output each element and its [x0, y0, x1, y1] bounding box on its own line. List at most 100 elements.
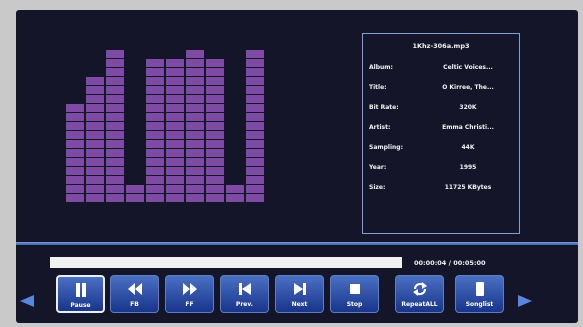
- spectrum-cell: [186, 59, 204, 67]
- fast-backward-button[interactable]: FB: [110, 275, 159, 313]
- fast-forward-label: FF: [185, 301, 194, 308]
- spectrum-cell: [106, 158, 124, 166]
- spectrum-cell: [246, 131, 264, 139]
- fast-forward-button[interactable]: FF: [165, 275, 214, 313]
- spectrum-cell: [186, 176, 204, 184]
- info-row-sampling: Sampling: 44K: [369, 144, 513, 154]
- spectrum-cell: [206, 158, 224, 166]
- spectrum-cell: [86, 158, 104, 166]
- spectrum-cell: [106, 86, 124, 94]
- info-value: Celtic Voices...: [443, 64, 493, 71]
- spectrum-cell: [246, 68, 264, 76]
- spectrum-cell: [166, 185, 184, 193]
- spectrum-cell: [66, 149, 84, 157]
- spectrum-cell: [206, 176, 224, 184]
- spectrum-cell: [186, 122, 204, 130]
- spectrum-cell: [86, 140, 104, 148]
- player-screen: 1Khz-306a.mp3 Album: Celtic Voices... Ti…: [16, 10, 578, 323]
- spectrum-cell: [126, 194, 144, 202]
- spectrum-cell: [146, 95, 164, 103]
- spectrum-cell: [246, 86, 264, 94]
- pause-button[interactable]: Pause: [56, 275, 105, 313]
- spectrum-cell: [106, 95, 124, 103]
- spectrum-cell: [106, 122, 124, 130]
- spectrum-bar: [226, 184, 244, 202]
- spectrum-cell: [186, 158, 204, 166]
- repeat-all-button[interactable]: RepeatALL: [395, 275, 444, 313]
- spectrum-cell: [246, 77, 264, 85]
- scroll-left-arrow-icon[interactable]: [20, 295, 34, 307]
- stop-button[interactable]: Stop: [330, 275, 379, 313]
- spectrum-cell: [206, 86, 224, 94]
- spectrum-cell: [146, 59, 164, 67]
- spectrum-bar: [66, 103, 84, 202]
- spectrum-cell: [106, 194, 124, 202]
- spectrum-cell: [146, 167, 164, 175]
- spectrum-cell: [66, 167, 84, 175]
- spectrum-cell: [146, 77, 164, 85]
- spectrum-cell: [106, 185, 124, 193]
- info-value: O Kirree, The...: [442, 84, 494, 91]
- spectrum-cell: [166, 140, 184, 148]
- spectrum-cell: [106, 131, 124, 139]
- spectrum-cell: [86, 95, 104, 103]
- info-value: 1995: [459, 164, 477, 171]
- info-row-artist: Artist: Emma Christi...: [369, 124, 513, 134]
- info-key: Title:: [369, 84, 387, 91]
- spectrum-cell: [106, 140, 124, 148]
- next-track-label: Next: [291, 301, 308, 308]
- spectrum-cell: [206, 113, 224, 121]
- spectrum-cell: [106, 176, 124, 184]
- spectrum-cell: [146, 131, 164, 139]
- info-value: 320K: [459, 104, 477, 111]
- spectrum-bar: [146, 58, 164, 202]
- info-key: Size:: [369, 184, 386, 191]
- next-track-button[interactable]: Next: [275, 275, 324, 313]
- info-row-year: Year: 1995: [369, 164, 513, 174]
- scroll-right-arrow-icon[interactable]: [518, 295, 532, 307]
- spectrum-bar: [126, 184, 144, 202]
- spectrum-cell: [206, 95, 224, 103]
- stop-icon: [331, 281, 378, 297]
- spectrum-cell: [86, 194, 104, 202]
- spectrum-cell: [206, 68, 224, 76]
- spectrum-cell: [86, 113, 104, 121]
- previous-track-button[interactable]: Prev.: [220, 275, 269, 313]
- songlist-button[interactable]: Songlist: [455, 275, 504, 313]
- info-row-bitrate: Bit Rate: 320K: [369, 104, 513, 114]
- spectrum-cell: [226, 185, 244, 193]
- spectrum-cell: [146, 149, 164, 157]
- spectrum-cell: [86, 77, 104, 85]
- spectrum-bar: [206, 58, 224, 202]
- spectrum-cell: [66, 131, 84, 139]
- songlist-label: Songlist: [465, 301, 494, 308]
- spectrum-cell: [86, 86, 104, 94]
- fast-backward-icon: [111, 281, 158, 297]
- spectrum-cell: [166, 149, 184, 157]
- info-key: Year:: [369, 164, 387, 171]
- songlist-icon: [456, 281, 503, 297]
- spectrum-cell: [186, 167, 204, 175]
- track-info-panel: 1Khz-306a.mp3 Album: Celtic Voices... Ti…: [362, 33, 520, 234]
- spectrum-cell: [106, 77, 124, 85]
- spectrum-cell: [246, 185, 264, 193]
- spectrum-cell: [186, 185, 204, 193]
- previous-track-icon: [221, 281, 268, 297]
- spectrum-cell: [66, 158, 84, 166]
- spectrum-cell: [206, 77, 224, 85]
- spectrum-cell: [166, 158, 184, 166]
- spectrum-cell: [146, 194, 164, 202]
- spectrum-cell: [66, 140, 84, 148]
- progress-bar[interactable]: [50, 257, 402, 268]
- repeat-icon: [396, 281, 443, 297]
- spectrum-cell: [206, 140, 224, 148]
- spectrum-cell: [86, 131, 104, 139]
- spectrum-cell: [146, 158, 164, 166]
- spectrum-cell: [106, 59, 124, 67]
- spectrum-cell: [246, 176, 264, 184]
- spectrum-cell: [206, 59, 224, 67]
- spectrum-cell: [186, 140, 204, 148]
- pause-label: Pause: [70, 302, 91, 309]
- spectrum-cell: [86, 122, 104, 130]
- spectrum-cell: [146, 104, 164, 112]
